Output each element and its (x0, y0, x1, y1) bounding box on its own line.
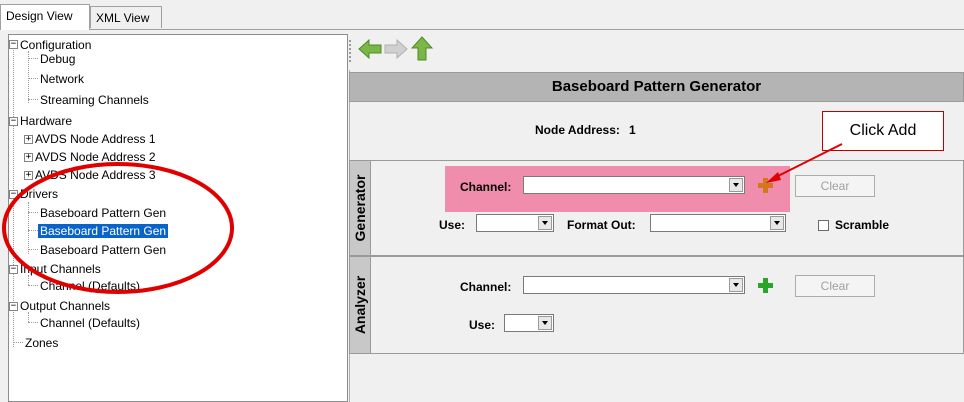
node-address-value: 1 (629, 123, 636, 137)
tree-node-output-channels[interactable]: Output Channels (20, 299, 110, 313)
tree-node-streaming-channels[interactable]: Streaming Channels (40, 93, 149, 107)
tree-node-avds-1[interactable]: AVDS Node Address 1 (35, 132, 156, 146)
tree-node-output-channel-defaults[interactable]: Channel (Defaults) (40, 316, 140, 330)
add-analyzer-channel-icon[interactable] (756, 276, 774, 294)
tree-guide-output (28, 312, 29, 322)
analyzer-label-text: Analyzer (352, 275, 368, 335)
scramble-checkbox[interactable] (818, 220, 829, 231)
analyzer-channel-select[interactable] (523, 276, 745, 294)
analyzer-use-select[interactable] (504, 314, 554, 332)
tree-guide (28, 78, 38, 79)
analyzer-use-label: Use: (469, 318, 496, 332)
tree-node-debug[interactable]: Debug (40, 52, 75, 66)
analyzer-section-label: Analyzer (349, 256, 371, 354)
chevron-down-icon[interactable] (770, 216, 784, 230)
generator-channel-label: Channel: (460, 180, 512, 194)
chevron-down-icon[interactable] (729, 278, 743, 292)
tree-guide (28, 99, 38, 100)
tree-node-network[interactable]: Network (40, 72, 84, 86)
scramble-label: Scramble (835, 218, 890, 232)
toolbar-grip (349, 40, 353, 62)
tab-xml-view[interactable]: XML View (90, 6, 162, 28)
format-out-label: Format Out: (567, 218, 636, 232)
tree-guide (28, 322, 38, 323)
tree-node-configuration[interactable]: Configuration (20, 38, 91, 52)
generator-label-text: Generator (352, 174, 368, 242)
generator-channel-select[interactable] (523, 176, 745, 194)
tab-design-view-label: Design View (6, 9, 73, 23)
chevron-down-icon[interactable] (729, 178, 743, 192)
tab-design-view[interactable]: Design View (0, 4, 90, 30)
page-title: Baseboard Pattern Generator (349, 72, 964, 102)
generator-use-select[interactable] (476, 214, 554, 232)
analyzer-clear-button[interactable]: Clear (795, 275, 875, 297)
generator-section-label: Generator (349, 160, 371, 256)
analyzer-channel-label: Channel: (460, 280, 512, 294)
collapse-icon[interactable]: − (9, 117, 18, 126)
chevron-down-icon[interactable] (538, 316, 552, 330)
node-address-label: Node Address: (535, 123, 620, 137)
annotation-ellipse (2, 162, 234, 294)
tab-xml-view-label: XML View (96, 11, 150, 25)
tree-node-zones[interactable]: Zones (25, 336, 58, 350)
tree-guide (28, 58, 38, 59)
back-arrow-icon[interactable] (358, 38, 382, 60)
collapse-icon[interactable]: − (9, 302, 18, 311)
tree-node-hardware[interactable]: Hardware (20, 114, 72, 128)
analyzer-section (349, 256, 964, 354)
tab-strip-line (0, 29, 964, 30)
chevron-down-icon[interactable] (538, 216, 552, 230)
format-out-select[interactable] (650, 214, 786, 232)
annotation-arrow (766, 143, 843, 183)
tree-guide (13, 342, 23, 343)
expand-icon[interactable]: + (24, 135, 33, 144)
collapse-icon[interactable]: − (9, 40, 18, 49)
forward-arrow-icon[interactable] (384, 38, 408, 60)
generator-use-label: Use: (439, 218, 466, 232)
up-arrow-icon[interactable] (411, 36, 433, 62)
